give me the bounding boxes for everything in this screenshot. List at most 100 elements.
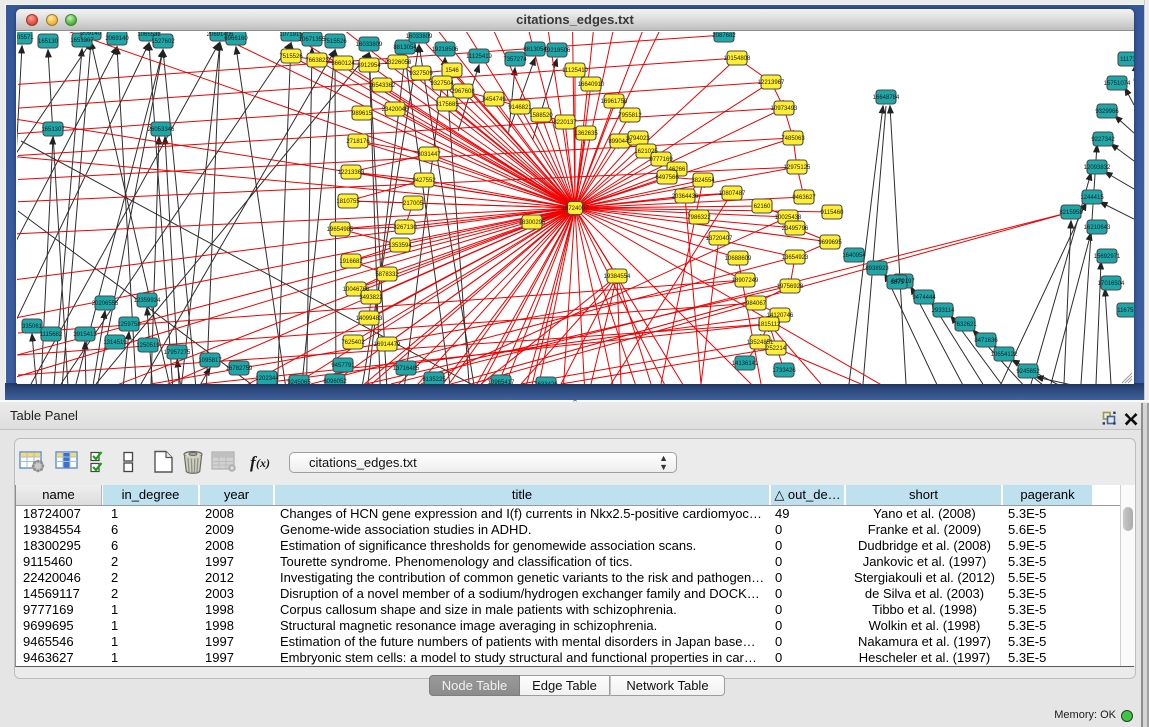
svg-text:2967608: 2967608 bbox=[451, 89, 475, 95]
svg-text:1202344: 1202344 bbox=[255, 376, 279, 382]
svg-text:165130: 165130 bbox=[38, 39, 59, 45]
svg-text:1314519: 1314519 bbox=[103, 340, 127, 346]
svg-text:9427552: 9427552 bbox=[412, 178, 436, 184]
svg-text:19654985: 19654985 bbox=[327, 227, 354, 233]
svg-text:9245065: 9245065 bbox=[287, 380, 311, 384]
svg-text:8660124: 8660124 bbox=[331, 61, 355, 67]
svg-text:2718176: 2718176 bbox=[346, 139, 370, 145]
svg-text:9115460: 9115460 bbox=[821, 210, 845, 216]
svg-text:8813054: 8813054 bbox=[393, 45, 417, 51]
svg-text:19218506: 19218506 bbox=[432, 47, 459, 53]
svg-text:8031447: 8031447 bbox=[417, 152, 441, 158]
svg-text:1810755: 1810755 bbox=[336, 199, 360, 205]
svg-text:11173: 11173 bbox=[1120, 57, 1134, 63]
svg-text:10154808: 10154808 bbox=[724, 56, 751, 62]
svg-text:18724007: 18724007 bbox=[562, 206, 589, 212]
svg-text:3915413: 3915413 bbox=[73, 332, 97, 338]
svg-text:7357274: 7357274 bbox=[503, 57, 527, 63]
svg-text:5878332: 5878332 bbox=[375, 272, 399, 278]
svg-text:9699695: 9699695 bbox=[818, 240, 842, 246]
svg-text:16914479: 16914479 bbox=[374, 342, 401, 348]
svg-text:23495796: 23495796 bbox=[782, 226, 809, 232]
svg-text:17957275: 17957275 bbox=[164, 350, 191, 356]
svg-text:16543362: 16543362 bbox=[369, 83, 396, 89]
svg-text:8215958: 8215958 bbox=[1059, 210, 1083, 216]
svg-text:20364436: 20364436 bbox=[672, 194, 699, 200]
svg-text:11125419: 11125419 bbox=[466, 54, 492, 60]
svg-text:16782759: 16782759 bbox=[226, 366, 253, 372]
svg-text:9327504: 9327504 bbox=[430, 81, 454, 87]
svg-text:14099483: 14099483 bbox=[356, 316, 383, 322]
svg-text:7485063: 7485063 bbox=[781, 136, 805, 142]
svg-text:1640954: 1640954 bbox=[842, 253, 866, 259]
svg-text:12213363: 12213363 bbox=[338, 170, 365, 176]
svg-text:13654923: 13654923 bbox=[782, 255, 809, 261]
svg-text:15692971: 15692971 bbox=[1094, 254, 1121, 260]
svg-text:1362635: 1362635 bbox=[574, 131, 598, 137]
svg-text:2933114: 2933114 bbox=[932, 308, 956, 314]
svg-text:62160: 62160 bbox=[754, 204, 771, 210]
svg-text:10965417: 10965417 bbox=[488, 380, 515, 384]
svg-text:14136141: 14136141 bbox=[732, 361, 759, 367]
svg-text:10688609: 10688609 bbox=[725, 256, 752, 262]
svg-text:3267130: 3267130 bbox=[393, 225, 417, 231]
svg-text:1633426: 1633426 bbox=[534, 382, 558, 384]
svg-text:3912954: 3912954 bbox=[357, 63, 381, 69]
svg-text:8220137: 8220137 bbox=[553, 120, 577, 126]
svg-text:16961758: 16961758 bbox=[601, 99, 628, 105]
svg-text:12975125: 12975125 bbox=[784, 165, 811, 171]
svg-text:17016504: 17016504 bbox=[1098, 281, 1125, 287]
svg-text:13720407: 13720407 bbox=[706, 236, 733, 242]
svg-text:2087682: 2087682 bbox=[712, 33, 736, 39]
svg-text:1250519: 1250519 bbox=[136, 343, 160, 349]
svg-text:8454749: 8454749 bbox=[482, 97, 506, 103]
svg-text:9227342: 9227342 bbox=[1091, 137, 1115, 143]
svg-text:16210643: 16210643 bbox=[1084, 225, 1111, 231]
svg-text:989615: 989615 bbox=[352, 111, 373, 117]
svg-text:217005: 217005 bbox=[403, 201, 424, 207]
svg-text:9777169: 9777169 bbox=[649, 157, 673, 163]
svg-text:7955812: 7955812 bbox=[618, 113, 642, 119]
svg-text:12213967: 12213967 bbox=[758, 80, 785, 86]
svg-text:10973493: 10973493 bbox=[771, 106, 798, 112]
svg-text:3493822: 3493822 bbox=[359, 295, 383, 301]
svg-text:9135225: 9135225 bbox=[422, 377, 446, 383]
svg-text:9463627: 9463627 bbox=[792, 195, 816, 201]
svg-text:1259758: 1259758 bbox=[117, 322, 141, 328]
svg-text:9245652: 9245652 bbox=[1016, 369, 1040, 375]
svg-text:1244415: 1244415 bbox=[1080, 195, 1104, 201]
svg-text:23226058: 23226058 bbox=[385, 60, 412, 66]
svg-text:9457791: 9457791 bbox=[331, 363, 355, 369]
svg-text:10025438: 10025438 bbox=[775, 215, 802, 221]
svg-text:18300295: 18300295 bbox=[519, 220, 546, 226]
svg-text:3824554: 3824554 bbox=[691, 178, 715, 184]
svg-text:1527602: 1527602 bbox=[151, 39, 175, 45]
svg-text:10671355: 10671355 bbox=[299, 37, 326, 43]
svg-text:7515526: 7515526 bbox=[323, 39, 347, 45]
svg-text:9146821: 9146821 bbox=[508, 105, 532, 111]
svg-text:1405571: 1405571 bbox=[17, 35, 34, 41]
svg-text:13716485: 13716485 bbox=[393, 366, 420, 372]
svg-text:19756928: 19756928 bbox=[777, 284, 804, 290]
svg-text:12359924: 12359924 bbox=[134, 298, 161, 304]
svg-text:8938923: 8938923 bbox=[865, 266, 889, 272]
svg-text:23420046: 23420046 bbox=[382, 107, 409, 113]
svg-text:19384554: 19384554 bbox=[604, 274, 631, 280]
svg-text:7515526: 7515526 bbox=[279, 54, 303, 60]
svg-text:10046766: 10046766 bbox=[343, 287, 370, 293]
svg-text:2069140: 2069140 bbox=[105, 36, 129, 42]
svg-text:984067: 984067 bbox=[746, 301, 767, 307]
svg-text:1095817: 1095817 bbox=[198, 358, 222, 364]
svg-text:20206555: 20206555 bbox=[92, 301, 119, 307]
svg-text:7625402: 7625402 bbox=[341, 340, 365, 346]
svg-text:11125419: 11125419 bbox=[562, 68, 588, 74]
svg-text:9329966: 9329966 bbox=[1095, 109, 1119, 115]
svg-text:3175685: 3175685 bbox=[435, 102, 459, 108]
svg-text:1621025: 1621025 bbox=[634, 149, 658, 155]
svg-text:7986322: 7986322 bbox=[687, 215, 711, 221]
svg-text:10654122: 10654122 bbox=[991, 352, 1018, 358]
svg-text:1651307: 1651307 bbox=[70, 38, 94, 44]
svg-text:6966160: 6966160 bbox=[224, 36, 248, 42]
svg-text:8096052: 8096052 bbox=[323, 379, 347, 384]
svg-text:46266: 46266 bbox=[669, 167, 686, 173]
